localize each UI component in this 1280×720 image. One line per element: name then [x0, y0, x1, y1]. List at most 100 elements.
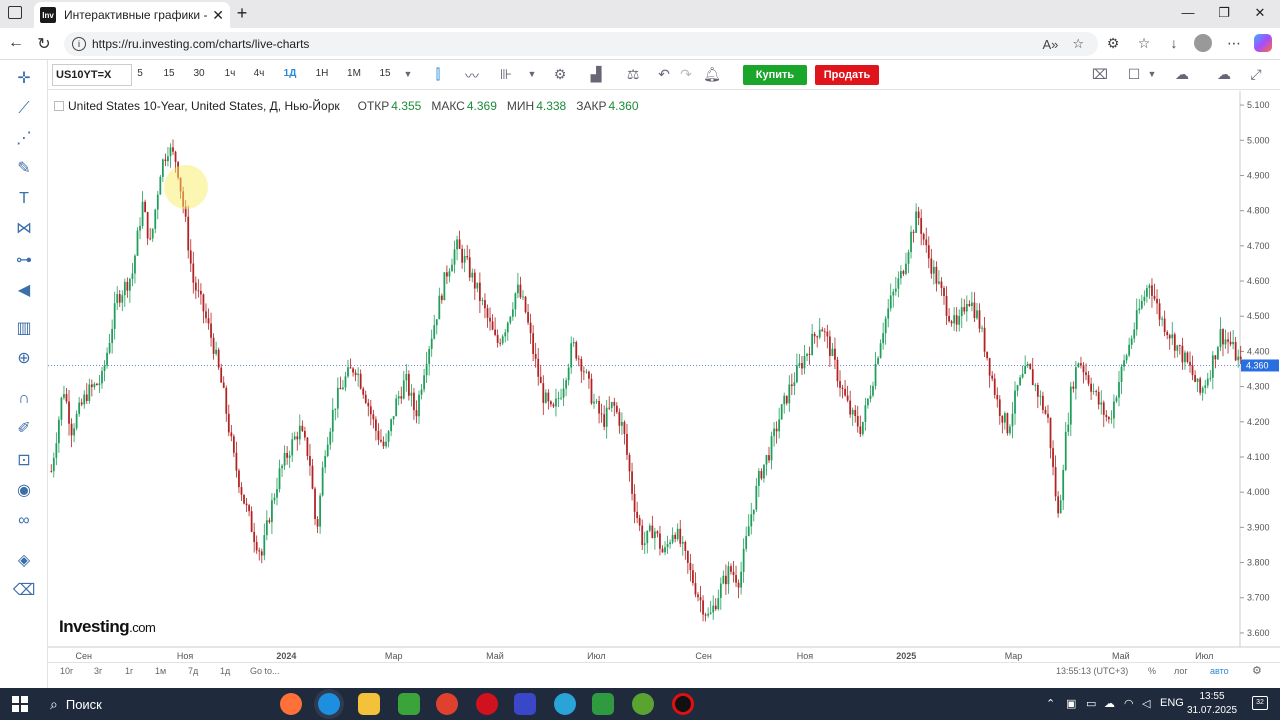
system-clock[interactable]: 13:55 31.07.2025 — [1184, 690, 1240, 718]
tab-actions-icon[interactable] — [8, 6, 22, 19]
timeframe-1m[interactable]: 1М — [342, 68, 366, 79]
close-window-icon[interactable]: ✕ — [1250, 5, 1270, 21]
copilot-icon[interactable] — [1254, 34, 1272, 52]
file-explorer-icon[interactable] — [358, 693, 380, 715]
magnet-icon[interactable]: ∩ — [12, 388, 36, 410]
downloads-icon[interactable]: ↓ — [1164, 35, 1184, 51]
save-app-icon[interactable] — [514, 693, 536, 715]
alert-bell-icon[interactable]: 🔔︎ — [702, 66, 722, 83]
sell-button[interactable]: Продать — [815, 65, 879, 85]
tray-app-icon[interactable]: ▣ — [1066, 697, 1076, 710]
record-icon[interactable] — [672, 693, 694, 715]
read-aloud-icon[interactable]: A» — [1042, 37, 1058, 52]
timeframe-dropdown-icon[interactable]: ▼ — [398, 69, 418, 79]
minimize-icon[interactable]: — — [1178, 5, 1198, 20]
back-icon[interactable]: ← — [6, 34, 26, 52]
lock-icon[interactable]: ⊡ — [12, 450, 36, 472]
wifi-icon[interactable]: ◠ — [1124, 697, 1134, 710]
timeframe-15[interactable]: 15 — [157, 68, 181, 79]
link-icon[interactable]: ∞ — [12, 510, 36, 532]
windows-start-icon[interactable] — [12, 696, 28, 712]
url-field[interactable]: i https://ru.investing.com/charts/live-c… — [64, 32, 1098, 56]
close-tab-icon[interactable]: ✕ — [212, 7, 224, 24]
trend-line-icon[interactable]: ⟋ — [12, 98, 36, 120]
extensions-icon[interactable]: ⚙ — [1103, 35, 1123, 52]
price-chart[interactable]: 5.100 5.000 4.900 4.800 4.700 4.600 4.500 4.400… — [48, 91, 1280, 662]
pencil-lock-icon[interactable]: ✐ — [12, 418, 36, 440]
timeframe-5[interactable]: 5 — [128, 68, 152, 79]
chart-area[interactable]: 5.100 5.000 4.900 4.800 4.700 4.600 4.500 4.400… — [48, 91, 1280, 662]
legend-collapse-icon[interactable] — [54, 101, 64, 111]
tray-chevron-icon[interactable]: ⌃ — [1046, 697, 1055, 710]
trash-icon[interactable]: ⌫ — [12, 580, 36, 602]
indicators-icon[interactable]: ▥ — [12, 318, 36, 340]
log-toggle[interactable]: лог — [1174, 666, 1188, 676]
range-1m[interactable]: 1м — [155, 666, 166, 676]
compare-icon[interactable]: ⚖ — [623, 66, 643, 83]
timeframe-1h[interactable]: 1ч — [218, 68, 242, 79]
profile-avatar[interactable] — [1194, 34, 1212, 52]
refresh-icon[interactable]: ↻ — [34, 34, 54, 54]
range-3y[interactable]: 3г — [94, 666, 102, 676]
battery-icon[interactable]: ▭ — [1086, 697, 1096, 710]
favorite-star-icon[interactable]: ☆ — [1072, 36, 1084, 52]
timeframe-custom[interactable]: 15 — [373, 68, 397, 79]
taskbar-search[interactable]: ⌕ Поиск — [40, 692, 268, 716]
bottom-settings-icon[interactable]: ⚙ — [1252, 664, 1262, 677]
template-icon[interactable]: ☐ — [1124, 66, 1144, 83]
line-chart-icon[interactable]: 〰 — [462, 66, 482, 86]
chart-type-dropdown-icon[interactable]: ▼ — [522, 69, 542, 79]
timeframe-1w[interactable]: 1Н — [310, 68, 334, 79]
symbol-input[interactable]: US10YT=X — [52, 64, 132, 86]
range-1y[interactable]: 1г — [125, 666, 133, 676]
notifications-icon[interactable]: 32 — [1252, 696, 1268, 710]
text-icon[interactable]: T — [12, 188, 36, 210]
percent-toggle[interactable]: % — [1148, 666, 1156, 676]
settings-gear-icon[interactable]: ⚙ — [550, 66, 570, 83]
brush-icon[interactable]: ✎ — [12, 158, 36, 180]
browser-tab[interactable]: Inv Интерактивные графики - Invest ✕ — [34, 2, 230, 28]
layers-icon[interactable]: ◈ — [12, 550, 36, 572]
utorrent-icon[interactable] — [398, 693, 420, 715]
telegram-icon[interactable] — [554, 693, 576, 715]
redo-icon[interactable]: ↷ — [676, 66, 696, 83]
indicators-toolbar-icon[interactable]: ▟ — [586, 66, 606, 83]
spreadsheet-icon[interactable] — [592, 693, 614, 715]
timeframe-1d[interactable]: 1Д — [278, 68, 302, 79]
onedrive-icon[interactable]: ☁ — [1104, 697, 1115, 710]
volume-icon[interactable]: ◁ — [1142, 697, 1150, 710]
zoom-icon[interactable]: ⊕ — [12, 348, 36, 370]
timeframe-4h[interactable]: 4ч — [247, 68, 271, 79]
range-1d[interactable]: 1д — [220, 666, 230, 676]
site-info-icon[interactable]: i — [72, 37, 86, 51]
crosshair-icon[interactable]: ✛ — [12, 68, 36, 90]
chrome-icon[interactable] — [436, 693, 458, 715]
eye-icon[interactable]: ◉ — [12, 480, 36, 502]
measure-icon[interactable]: ⊶ — [12, 250, 36, 272]
pattern-icon[interactable]: ⋈ — [12, 218, 36, 240]
buy-button[interactable]: Купить — [743, 65, 807, 85]
candles-icon[interactable]: ⫿ — [428, 66, 448, 83]
new-tab-icon[interactable]: + — [232, 3, 252, 24]
cloud-upload-icon[interactable]: ☁ — [1214, 66, 1234, 83]
fullscreen-icon[interactable]: ⤢ — [1246, 66, 1266, 83]
template-dropdown-icon[interactable]: ▼ — [1142, 69, 1162, 79]
favorites-icon[interactable]: ☆ — [1134, 35, 1154, 52]
opera-icon[interactable] — [476, 693, 498, 715]
range-10y[interactable]: 10г — [60, 666, 73, 676]
cloud-download-icon[interactable]: ☁ — [1172, 66, 1192, 83]
camera-icon[interactable]: ⌧ — [1090, 66, 1110, 83]
edge-icon[interactable] — [318, 693, 340, 715]
back-arrow-icon[interactable]: ◀ — [12, 280, 36, 302]
fib-icon[interactable]: ⋰ — [12, 128, 36, 150]
auto-toggle[interactable]: авто — [1210, 666, 1229, 676]
more-menu-icon[interactable]: ⋯ — [1224, 35, 1244, 52]
range-7d[interactable]: 7д — [188, 666, 198, 676]
language-indicator[interactable]: ENG — [1160, 697, 1184, 709]
goto-button[interactable]: Go to... — [250, 666, 280, 676]
undo-icon[interactable]: ↶ — [654, 66, 674, 83]
p-app-icon[interactable] — [632, 693, 654, 715]
bars-icon[interactable]: ⊪ — [496, 66, 516, 83]
restore-icon[interactable]: ❐ — [1214, 5, 1234, 21]
timeframe-30[interactable]: 30 — [187, 68, 211, 79]
